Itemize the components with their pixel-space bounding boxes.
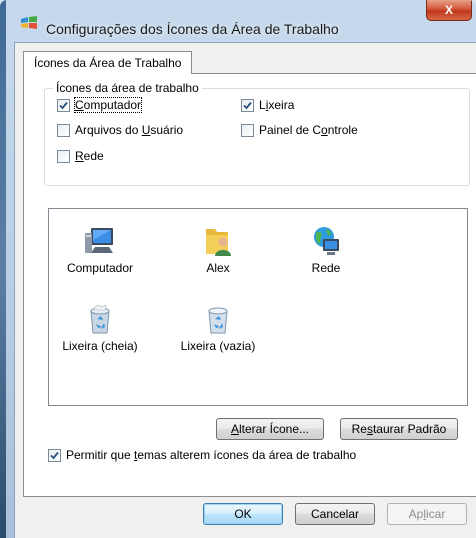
checkbox-label: Computador xyxy=(73,97,143,113)
checkbox-painel-controle[interactable]: Painel de Controle xyxy=(241,123,358,137)
app-icon xyxy=(21,16,37,29)
computer-icon xyxy=(85,228,113,253)
desktop-icons-group: Ícones da área de trabalho Computador Li… xyxy=(44,81,470,186)
checkbox-box[interactable] xyxy=(57,98,70,112)
checkbox-computador[interactable]: Computador xyxy=(57,97,143,113)
tab-panel: Ícones da área de trabalho Computador Li… xyxy=(23,73,476,497)
checkbox-rede[interactable]: Rede xyxy=(57,149,104,163)
checkbox-box[interactable] xyxy=(57,149,70,163)
ok-button[interactable]: OK xyxy=(203,503,283,525)
dialog-client: Ícones da Área de Trabalho Ícones da áre… xyxy=(14,42,476,538)
title-bar[interactable]: Configurações dos Ícones da Área de Trab… xyxy=(6,0,476,42)
icon-list[interactable]: Computador Alex Rede Lixeira (cheia) Lix… xyxy=(48,208,468,406)
cancel-button[interactable]: Cancelar xyxy=(295,503,375,525)
restore-default-button[interactable]: Re s taurar Padrão xyxy=(340,418,458,440)
recycle-bin-empty-icon xyxy=(208,307,228,334)
icon-label: Alex xyxy=(206,261,230,275)
checkbox-box[interactable] xyxy=(57,123,70,137)
checkbox-label: Lixeira xyxy=(259,98,295,112)
icon-label: Lixeira (cheia) xyxy=(62,339,138,353)
checkbox-label: Permitir que temas alterem ícones da áre… xyxy=(66,448,357,462)
change-icon-button[interactable]: Alterar Ícone... xyxy=(216,418,324,440)
checkbox-box[interactable] xyxy=(241,98,254,112)
dialog-button-bar: OK Cancelar Ap l icar xyxy=(15,493,476,538)
checkbox-lixeira[interactable]: Lixeira xyxy=(241,98,294,112)
group-legend: Ícones da área de trabalho xyxy=(53,81,202,95)
recycle-bin-full-icon xyxy=(90,304,110,334)
checkmark-icon xyxy=(50,451,59,459)
apply-button[interactable]: Ap l icar xyxy=(387,503,467,525)
icon-label: Lixeira (vazia) xyxy=(180,339,256,353)
tab-desktop-icons[interactable]: Ícones da Área de Trabalho xyxy=(23,51,193,74)
icon-item-lixeira-cheia[interactable]: Lixeira (cheia) xyxy=(55,303,145,353)
window-title: Configurações dos Ícones da Área de Trab… xyxy=(46,21,339,37)
checkbox-label: Arquivos do Usuário xyxy=(75,123,184,137)
user-folder-icon xyxy=(206,229,231,256)
checkbox-allow-themes[interactable]: Permitir que temas alterem ícones da áre… xyxy=(48,448,356,462)
close-icon: X xyxy=(444,3,453,17)
icon-item-rede[interactable]: Rede xyxy=(281,225,371,275)
checkmark-icon xyxy=(243,101,252,109)
icon-item-alex[interactable]: Alex xyxy=(173,225,263,275)
checkbox-arquivos-usuario[interactable]: Arquivos do Usuário xyxy=(57,123,183,137)
background-strip xyxy=(0,0,6,538)
checkbox-box[interactable] xyxy=(241,123,254,137)
icon-label: Rede xyxy=(311,261,341,275)
checkbox-label: Rede xyxy=(75,149,104,163)
icon-label: Computador xyxy=(66,261,134,275)
checkbox-box[interactable] xyxy=(48,448,61,462)
checkmark-icon xyxy=(59,101,68,109)
network-globe-icon xyxy=(314,227,339,255)
icon-item-lixeira-vazia[interactable]: Lixeira (vazia) xyxy=(173,303,263,353)
icon-item-computador[interactable]: Computador xyxy=(55,225,145,275)
dialog-window: Configurações dos Ícones da Área de Trab… xyxy=(0,0,476,538)
close-button[interactable]: X xyxy=(426,0,472,21)
checkbox-label: Painel de Controle xyxy=(259,123,358,137)
